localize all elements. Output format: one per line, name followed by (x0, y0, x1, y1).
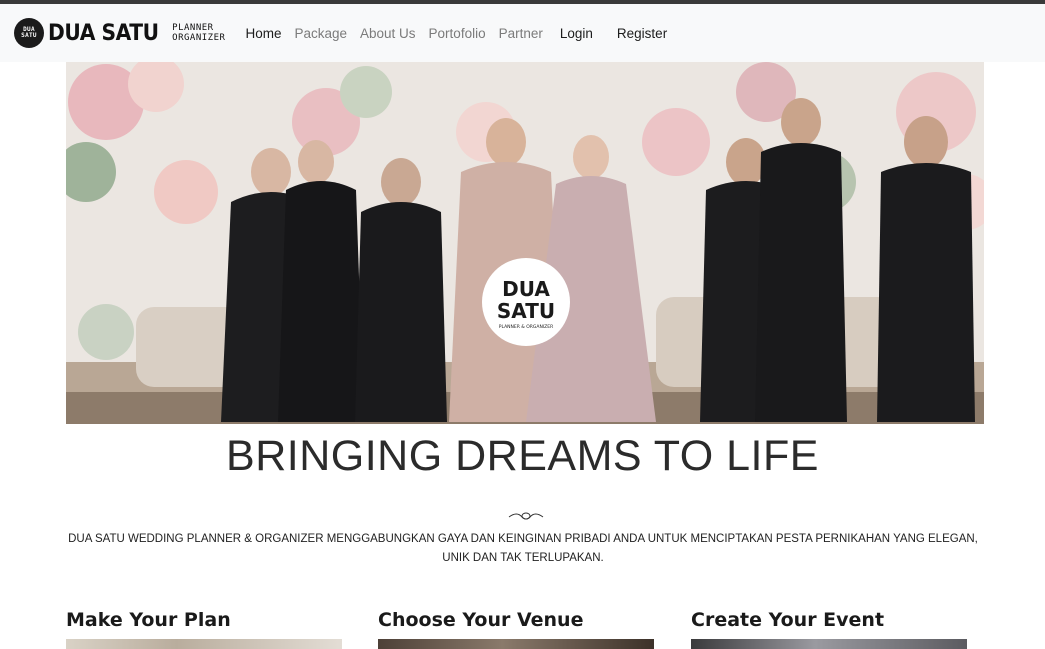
nav-home[interactable]: Home (245, 26, 281, 41)
nav-login[interactable]: Login (560, 26, 593, 41)
hero-banner-image: DUA SATU PLANNER & ORGANIZER (66, 62, 984, 424)
navbar: DUA SATU DUA SATU PLANNER ORGANIZER Home… (0, 4, 1045, 62)
brand-badge: DUA SATU (14, 18, 44, 48)
brand-sub-bottom: ORGANIZER (172, 33, 226, 43)
feature-make-plan: Make Your Plan (66, 608, 342, 649)
feature-title: Make Your Plan (66, 609, 231, 631)
nav-package[interactable]: Package (294, 26, 347, 41)
feature-create-event: Create Your Event (691, 608, 967, 649)
brand-subtitle: PLANNER ORGANIZER (172, 23, 225, 43)
features-section: Make Your Plan Choose Your Venue Create … (66, 608, 978, 649)
hero-headline: BRINGING DREAMS TO LIFE (226, 432, 819, 480)
hero-center-logo: DUA SATU PLANNER & ORGANIZER (482, 258, 570, 346)
nav-portofolio[interactable]: Portofolio (429, 26, 486, 41)
hero-logo-line3: PLANNER & ORGANIZER (499, 324, 553, 330)
ornament-divider-icon (508, 512, 544, 520)
nav-about-us[interactable]: About Us (360, 26, 416, 41)
feature-title: Create Your Event (691, 609, 885, 631)
brand-sub-top: PLANNER (172, 23, 214, 33)
hero-photo-illustration: DUA SATU PLANNER & ORGANIZER (66, 62, 984, 424)
nav-partner[interactable]: Partner (499, 26, 543, 41)
feature-image (691, 639, 967, 649)
hero-logo-line2: SATU (497, 299, 555, 323)
hero-logo-line1: DUA (502, 277, 550, 301)
brand-badge-bottom: SATU (21, 32, 37, 39)
brand-logo[interactable]: DUA SATU DUA SATU PLANNER ORGANIZER (14, 13, 225, 53)
feature-image (378, 639, 654, 649)
feature-choose-venue: Choose Your Venue (378, 608, 654, 649)
brand-wordmark: DUA SATU (48, 20, 159, 46)
tagline-text: DUA SATU WEDDING PLANNER & ORGANIZER MEN… (68, 533, 978, 564)
feature-title: Choose Your Venue (378, 609, 584, 631)
nav-register[interactable]: Register (617, 26, 667, 41)
feature-image (66, 639, 342, 649)
